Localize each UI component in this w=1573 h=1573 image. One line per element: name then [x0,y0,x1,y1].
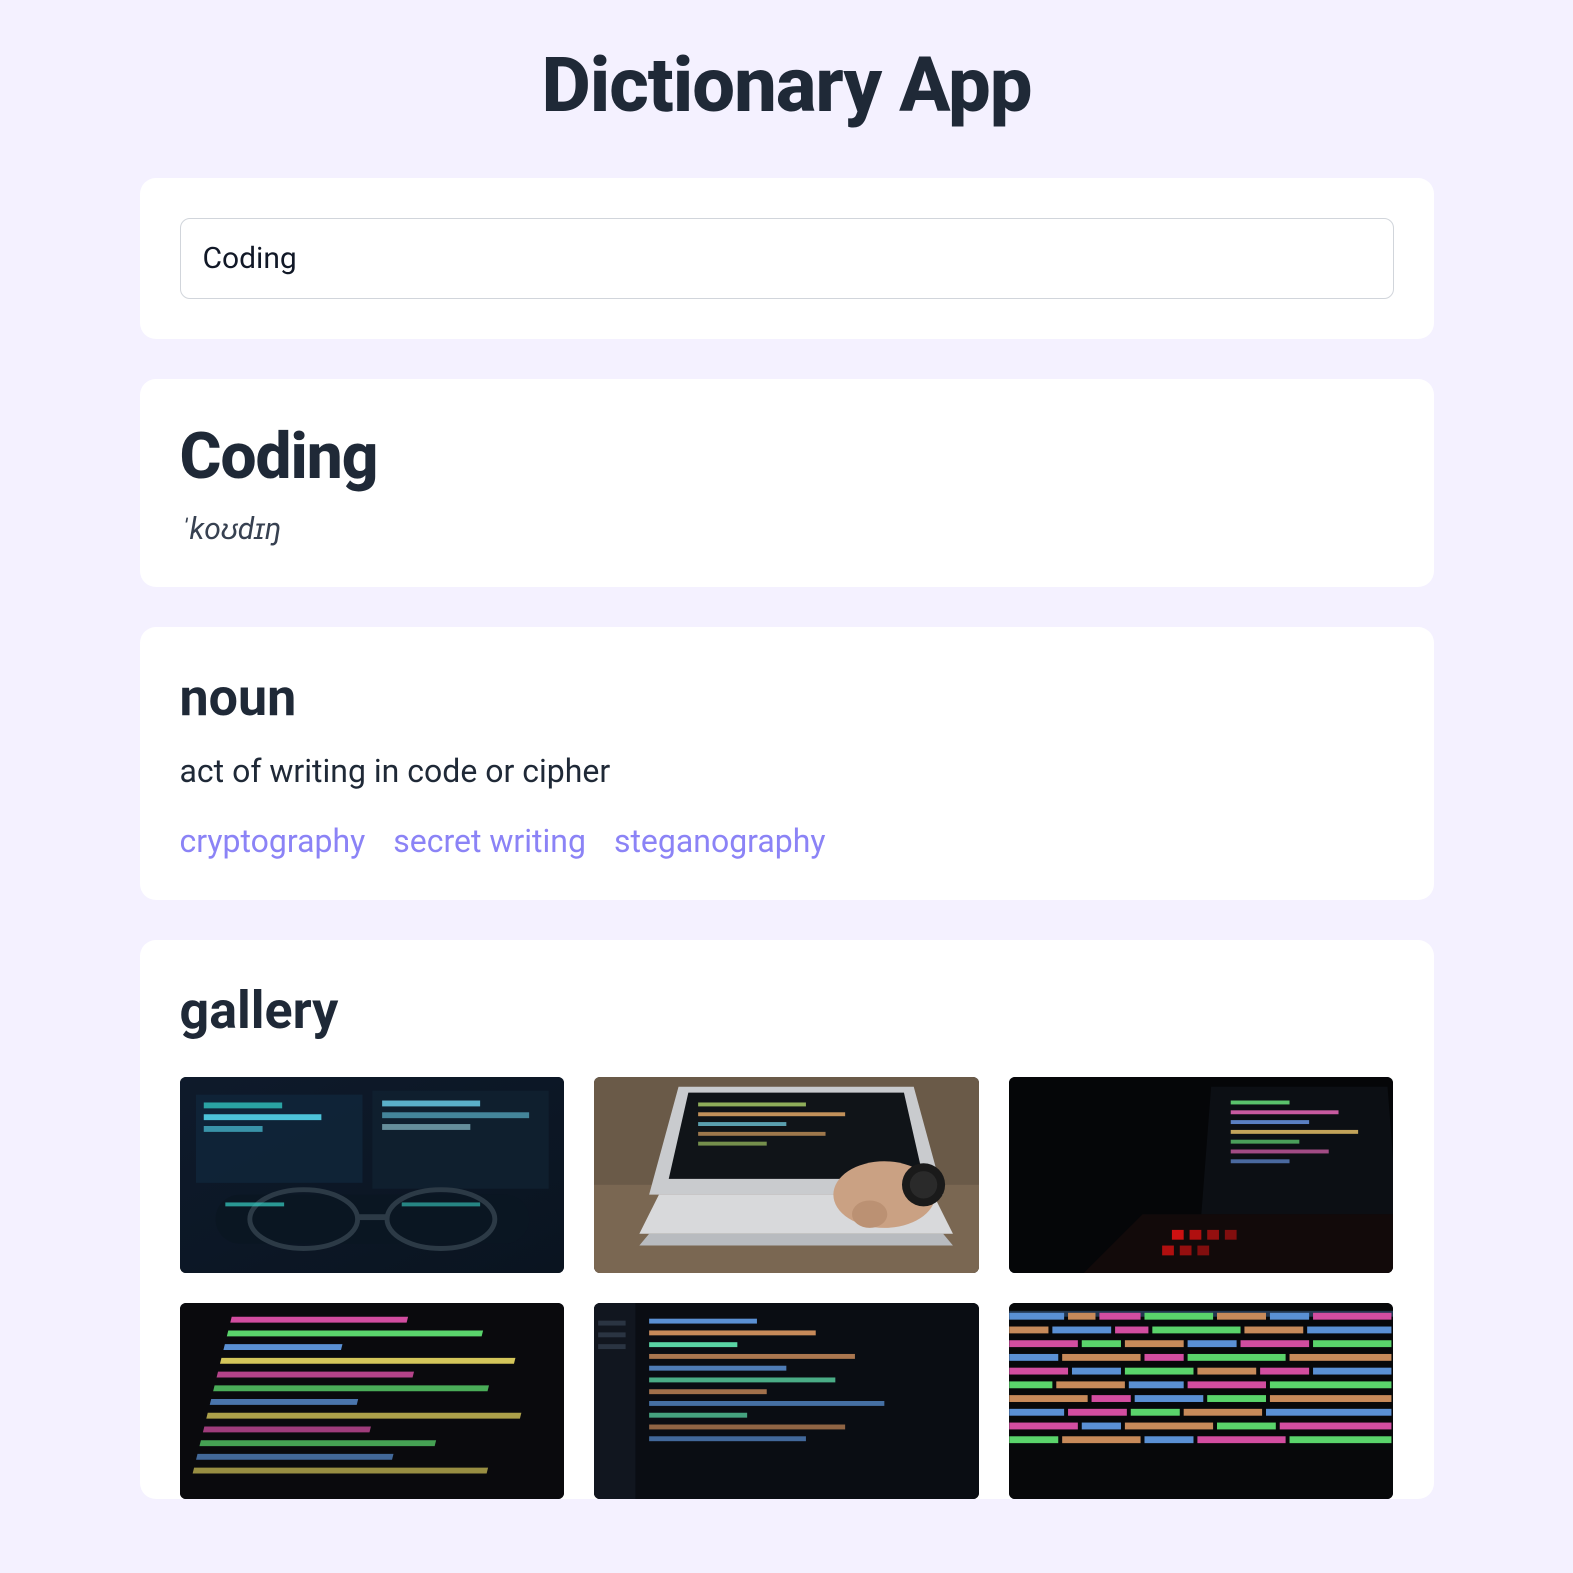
search-input[interactable] [180,218,1394,299]
gallery-grid [180,1077,1394,1499]
definition-text: act of writing in code or cipher [180,752,1394,790]
gallery-image[interactable] [594,1303,979,1499]
gallery-image[interactable] [1009,1077,1394,1273]
gallery-image[interactable] [1009,1303,1394,1499]
gallery-card: gallery [140,940,1434,1499]
synonym-list: cryptography secret writing steganograph… [180,822,1394,860]
synonym-link[interactable]: steganography [614,822,826,860]
gallery-image[interactable] [180,1077,565,1273]
search-card [140,178,1434,339]
app-title: Dictionary App [140,40,1434,130]
gallery-image[interactable] [180,1303,565,1499]
pronunciation: ˈkoʊdɪŋ [180,512,1394,547]
word-heading: Coding [180,419,1394,494]
synonym-link[interactable]: secret writing [393,822,586,860]
gallery-image[interactable] [594,1077,979,1273]
synonym-link[interactable]: cryptography [180,822,366,860]
part-of-speech: noun [180,667,1394,728]
gallery-title: gallery [180,980,1394,1041]
word-card: Coding ˈkoʊdɪŋ [140,379,1434,587]
definition-card: noun act of writing in code or cipher cr… [140,627,1434,900]
